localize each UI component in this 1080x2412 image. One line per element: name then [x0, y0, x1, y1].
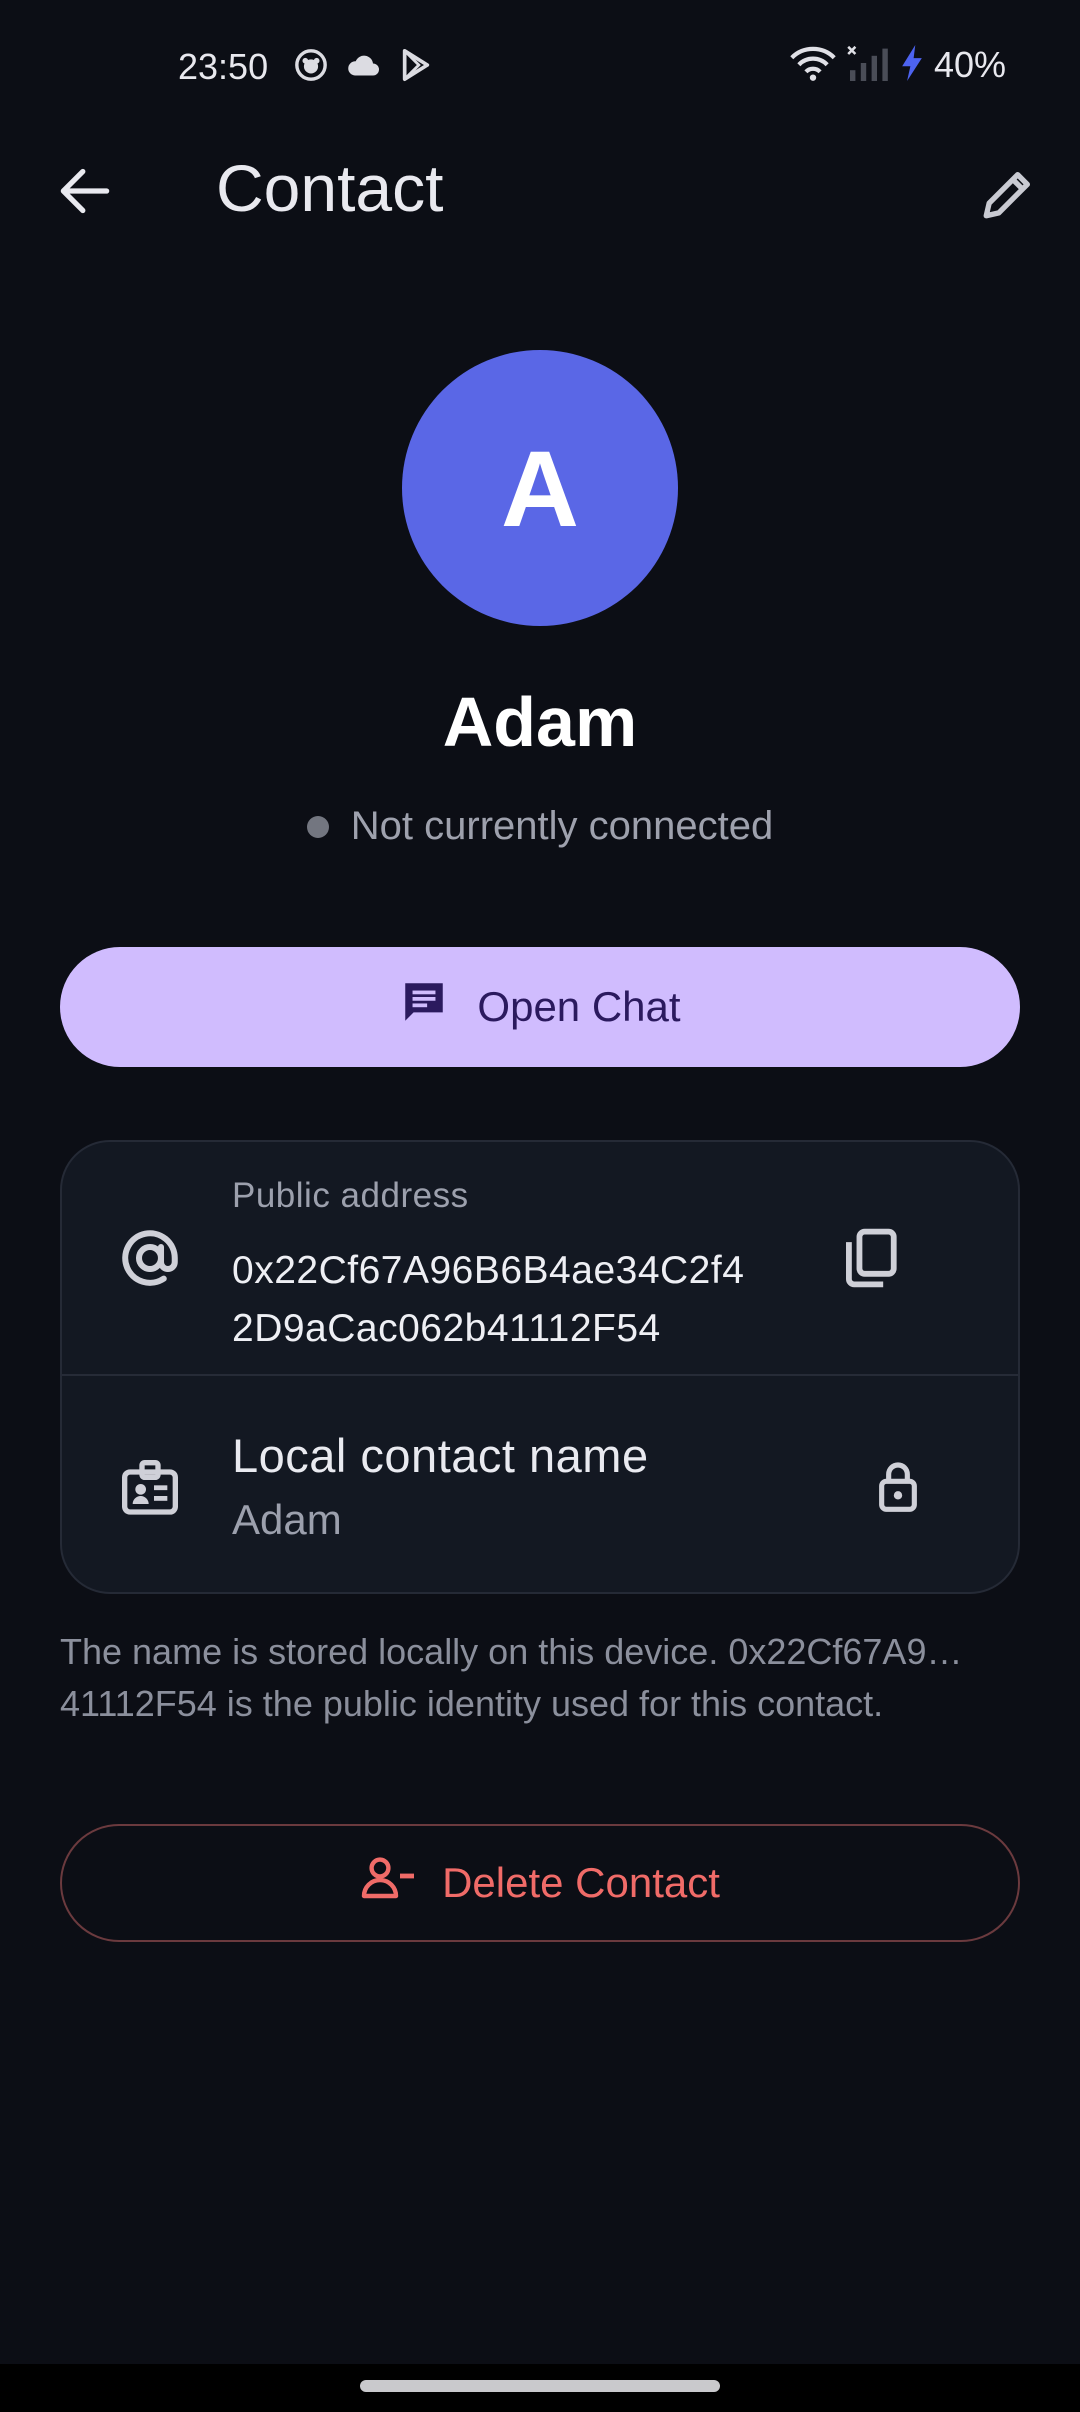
play-store-icon: [400, 48, 432, 87]
connection-status-text: Not currently connected: [350, 804, 774, 848]
avatar: A: [402, 350, 678, 626]
status-left-icons: [294, 48, 432, 87]
id-badge-icon: [112, 1450, 188, 1526]
battery-percentage: 40%: [933, 44, 1006, 85]
local-contact-name-label: Local contact name: [232, 1429, 649, 1482]
delete-contact-button[interactable]: Delete Contact: [60, 1824, 1020, 1942]
card-divider: [62, 1374, 1018, 1376]
contact-name: Adam: [442, 683, 638, 761]
pencil-icon: [979, 165, 1037, 228]
status-dot: [306, 815, 329, 838]
open-chat-label: Open Chat: [477, 983, 681, 1030]
back-button[interactable]: [50, 158, 120, 228]
chat-icon: [399, 977, 449, 1037]
connection-status: Not currently connected: [0, 804, 1080, 849]
arrow-back-icon: [59, 167, 111, 220]
local-contact-name-value: Adam: [232, 1496, 342, 1543]
status-time: 23:50: [178, 46, 269, 87]
contact-details-card: Public address 0x22Cf67A96B6B4ae34C2f42D…: [60, 1140, 1020, 1594]
delete-contact-label: Delete Contact: [442, 1859, 720, 1906]
public-address-label: Public address: [232, 1176, 469, 1215]
helper-text: The name is stored locally on this devic…: [60, 1631, 963, 1724]
face-icon: [294, 48, 328, 87]
open-chat-button[interactable]: Open Chat: [60, 947, 1020, 1067]
charging-icon: [900, 44, 924, 86]
edit-button[interactable]: [970, 158, 1046, 234]
wifi-icon: [790, 45, 836, 86]
public-address-value: 0x22Cf67A96B6B4ae34C2f42D9aCac062b41112F…: [232, 1249, 745, 1350]
lock-icon: [860, 1448, 936, 1524]
at-sign-icon: [112, 1220, 188, 1296]
cloud-icon: [346, 50, 382, 85]
page-title: Contact: [216, 151, 444, 225]
remove-person-icon: [360, 1856, 416, 1910]
gesture-handle[interactable]: [360, 2380, 720, 2392]
status-right: 40%: [790, 44, 1006, 86]
signal-icon: [846, 45, 890, 86]
copy-button[interactable]: [832, 1220, 908, 1296]
